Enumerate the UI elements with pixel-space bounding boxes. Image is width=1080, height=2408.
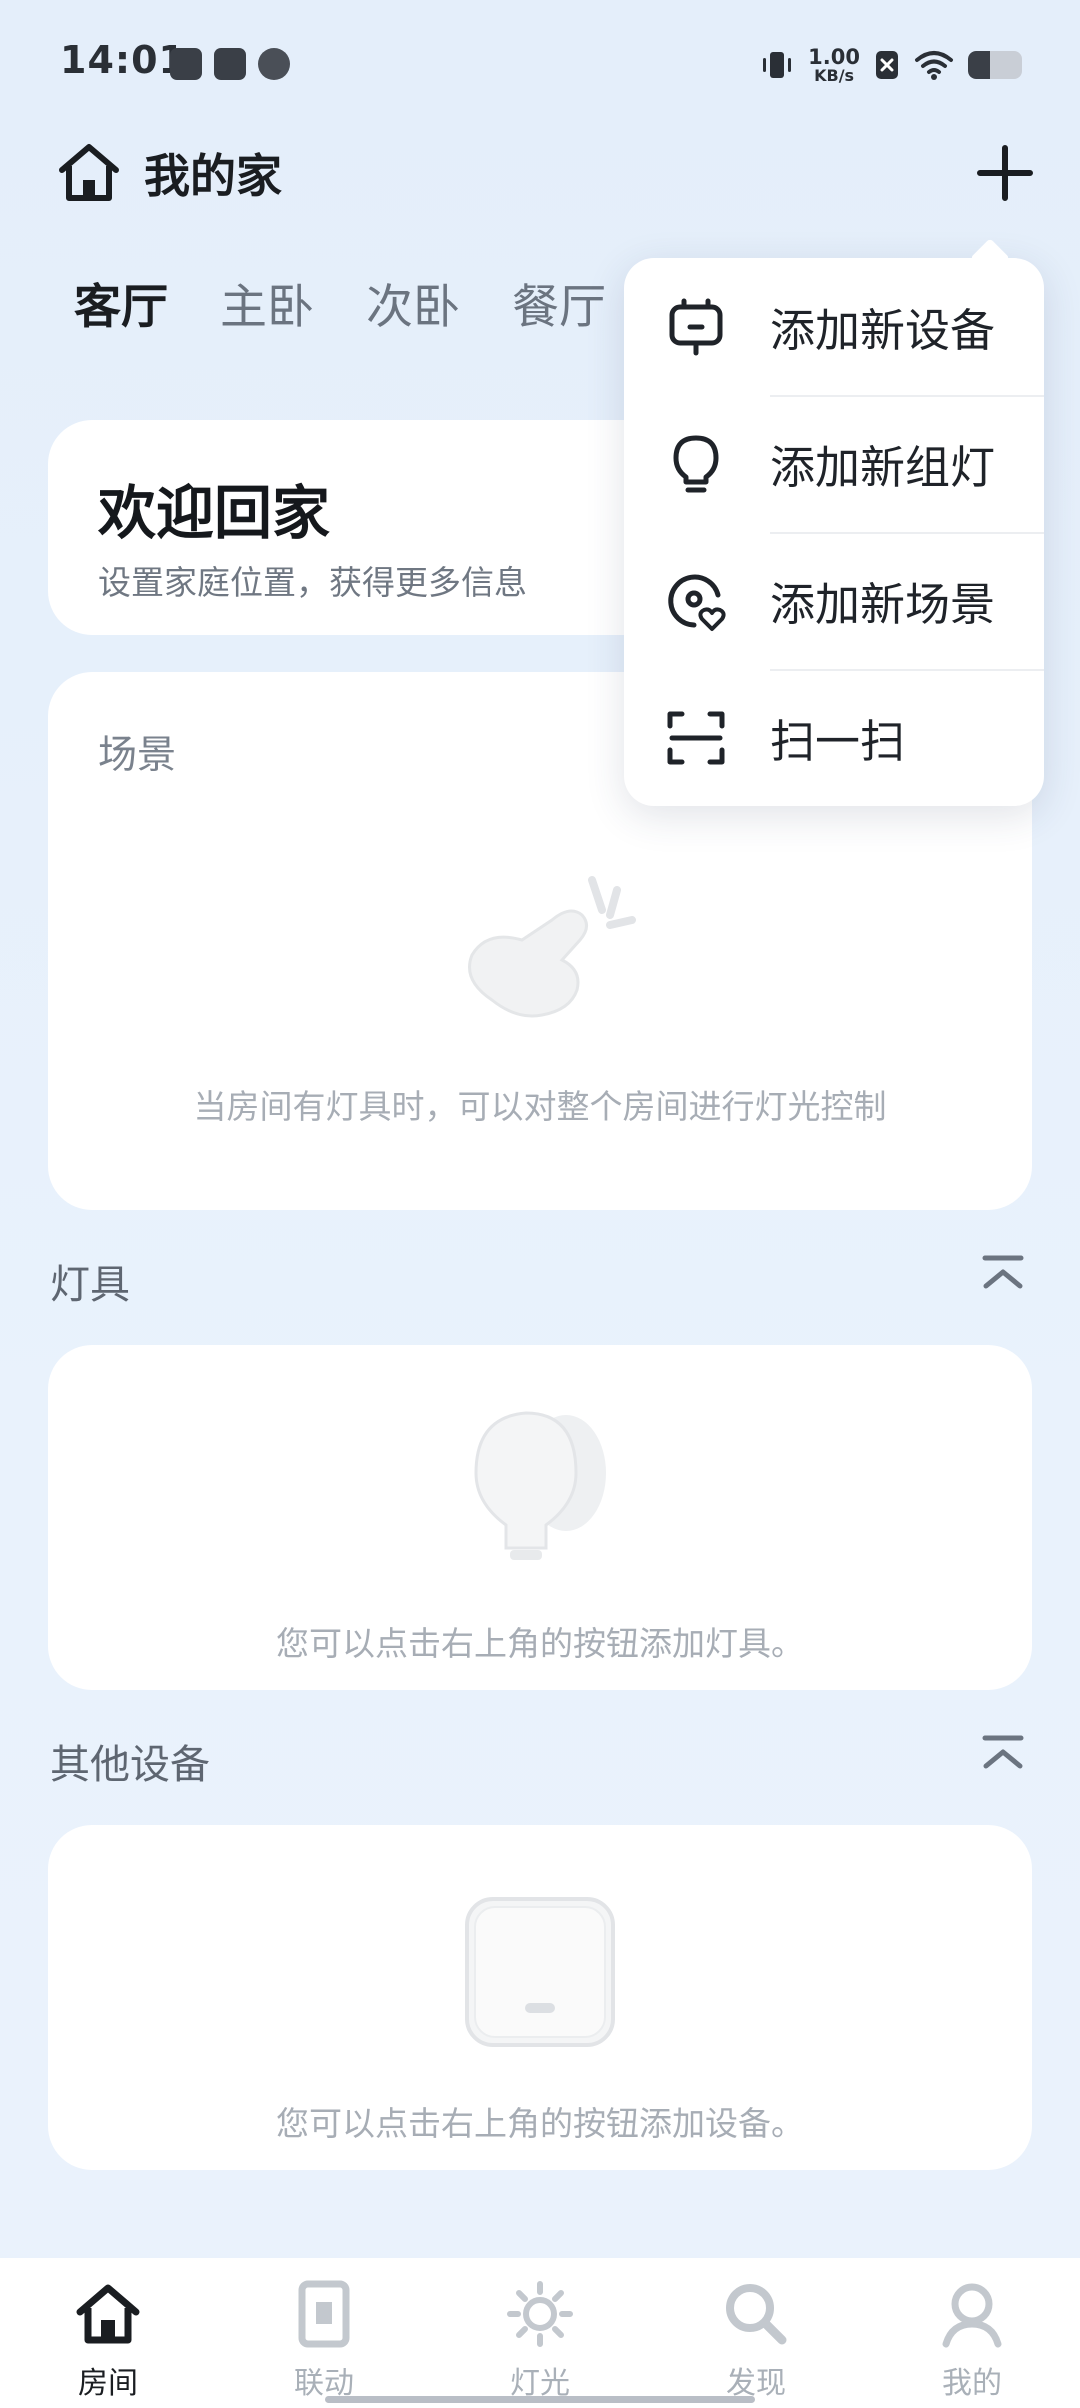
- other-devices-card: 您可以点击右上角的按钮添加设备。: [48, 1825, 1032, 2170]
- tap-hand-icon: [468, 876, 636, 1018]
- wifi-icon: [915, 51, 953, 80]
- switch-panel-icon: [465, 1897, 615, 2047]
- tab-dining-room[interactable]: 餐厅: [512, 268, 606, 337]
- cat-app-icon: [258, 48, 290, 80]
- home-selector[interactable]: 我的家: [56, 140, 282, 206]
- menu-label-add-device: 添加新设备: [770, 304, 996, 357]
- nav-label-rooms: 房间: [78, 2366, 138, 2401]
- lamps-card: 您可以点击右上角的按钮添加灯具。: [48, 1345, 1032, 1690]
- menu-item-scan[interactable]: 扫一扫: [624, 669, 1044, 806]
- mail-icon: [214, 48, 246, 80]
- net-speed-value: 1.00: [808, 44, 860, 69]
- scene-empty-text: 当房间有灯具时，可以对整个房间进行灯光控制: [193, 1087, 887, 1126]
- menu-item-add-light-group[interactable]: 添加新组灯: [624, 395, 1044, 532]
- plus-icon: [977, 145, 1033, 201]
- lamps-section-title: 灯具: [50, 1262, 130, 1308]
- scan-icon: [667, 711, 725, 764]
- menu-item-add-scene[interactable]: 添加新场景: [624, 532, 1044, 669]
- bulb-outline-icon: [673, 435, 719, 492]
- sim-disabled-icon: [876, 51, 898, 79]
- network-speed: 1.00 KB/s: [808, 44, 860, 85]
- home-indicator[interactable]: [325, 2396, 755, 2403]
- menu-item-add-device[interactable]: 添加新设备: [624, 258, 1044, 395]
- scene-label: 场景: [98, 733, 177, 778]
- tab-second-bedroom[interactable]: 次卧: [366, 268, 460, 337]
- header: 我的家: [0, 130, 1080, 250]
- status-bar: 14:01 1.00 KB/s: [0, 0, 1080, 130]
- devices-empty-text: 您可以点击右上角的按钮添加设备。: [276, 2104, 804, 2143]
- switch-icon: [298, 2280, 350, 2348]
- welcome-subtitle: 设置家庭位置，获得更多信息: [98, 563, 527, 602]
- nav-lighting[interactable]: 灯光: [460, 2258, 620, 2408]
- house-icon: [59, 144, 119, 201]
- add-menu: 添加新设备 添加新组灯 添加新场景 扫一扫: [624, 258, 1044, 806]
- status-time: 14:01: [60, 38, 186, 82]
- app-notification-icon: [170, 48, 202, 80]
- room-tabs: 客厅 主卧 次卧 餐厅: [74, 268, 606, 337]
- lightbulb-icon: [474, 1411, 606, 1560]
- add-button[interactable]: [970, 138, 1040, 208]
- net-speed-unit: KB/s: [814, 65, 855, 85]
- menu-label-add-scene: 添加新场景: [770, 578, 996, 631]
- scene-heart-icon: [668, 574, 726, 631]
- search-icon: [726, 2284, 787, 2345]
- person-icon: [942, 2283, 1002, 2348]
- collapse-devices-icon[interactable]: [978, 1730, 1028, 1780]
- menu-label-add-light-group: 添加新组灯: [770, 441, 996, 494]
- nav-label-profile: 我的: [942, 2366, 1002, 2401]
- vibrate-icon: [763, 52, 792, 78]
- menu-label-scan: 扫一扫: [770, 715, 906, 768]
- device-icon: [669, 298, 723, 355]
- bottom-nav: 房间 联动 灯光 发现 我的: [0, 2258, 1080, 2408]
- home-name: 我的家: [144, 149, 282, 203]
- sun-icon: [507, 2281, 573, 2347]
- other-devices-section-title: 其他设备: [50, 1742, 210, 1788]
- collapse-lamps-icon[interactable]: [978, 1250, 1028, 1300]
- battery-icon: [968, 51, 1022, 79]
- welcome-title: 欢迎回家: [98, 479, 331, 547]
- nav-profile[interactable]: 我的: [892, 2258, 1052, 2408]
- tab-living-room[interactable]: 客厅: [74, 268, 168, 337]
- nav-discover[interactable]: 发现: [676, 2258, 836, 2408]
- lamps-empty-text: 您可以点击右上角的按钮添加灯具。: [276, 1624, 804, 1663]
- tab-master-bedroom[interactable]: 主卧: [220, 268, 314, 337]
- status-indicators: 1.00 KB/s: [760, 40, 1022, 90]
- house-filled-icon: [76, 2284, 140, 2344]
- nav-automation[interactable]: 联动: [244, 2258, 404, 2408]
- nav-rooms[interactable]: 房间: [28, 2258, 188, 2408]
- home-screen: 14:01 1.00 KB/s 我的家 客厅 主卧 次卧 餐厅 欢迎回家 设置家…: [0, 0, 1080, 2408]
